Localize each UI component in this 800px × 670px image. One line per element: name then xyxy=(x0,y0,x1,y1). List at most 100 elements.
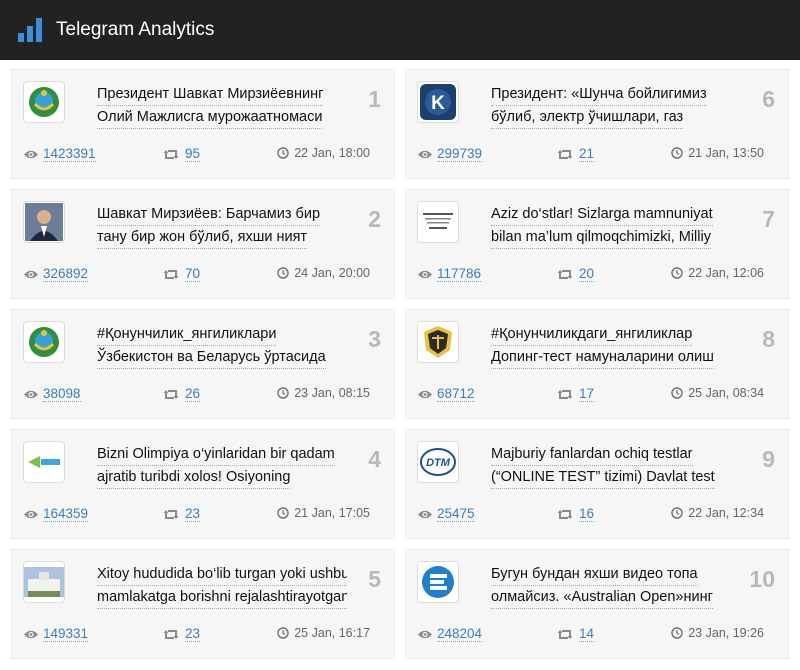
post-card[interactable]: Бугун бундан яхши видео топа олмайсиз. «A… xyxy=(405,549,789,659)
date-text: 23 Jan, 08:15 xyxy=(294,386,370,400)
views-stat: 299739 xyxy=(417,146,483,162)
post-text-line[interactable]: Шавкат Мирзиёев: Барчамиз бир xyxy=(97,203,321,226)
views-count[interactable]: 25475 xyxy=(437,506,475,522)
views-count[interactable]: 38098 xyxy=(43,386,81,402)
shares-stat: 95 xyxy=(163,146,201,162)
shares-count[interactable]: 14 xyxy=(579,626,595,642)
views-count[interactable]: 248204 xyxy=(437,626,483,642)
post-text[interactable]: Majburiy fanlardan ochiq testlar (“ONLINE… xyxy=(491,443,731,489)
post-card[interactable]: #Қонунчилик_янгиликлари Ўзбекистон ва Бел… xyxy=(11,309,395,419)
k-logo-icon[interactable]: K xyxy=(417,81,459,123)
post-text[interactable]: Бугун бундан яхши видео топа олмайсиз. «A… xyxy=(491,563,731,609)
post-text-line[interactable]: тану бир жон бўлиб, яхши ният xyxy=(97,226,308,249)
shares-count[interactable]: 17 xyxy=(579,386,595,402)
post-card[interactable]: Президент Шавкат Мирзиёевнинг Олий Мажлис… xyxy=(11,69,395,179)
post-text-line[interactable]: Aziz do‘stlar! Sizlarga mamnuniyat xyxy=(491,203,713,226)
rank-number: 1 xyxy=(368,86,381,112)
post-text-line[interactable]: ajratib turibdi xolos! Osiyoning xyxy=(97,466,291,489)
post-stats: 164359 23 21 Jan, 17:05 xyxy=(23,506,382,524)
rank-number: 8 xyxy=(762,326,775,352)
date-text: 25 Jan, 16:17 xyxy=(294,626,370,640)
post-stats: 117786 20 22 Jan, 12:06 xyxy=(417,266,776,284)
post-text-line[interactable]: #Қонунчиликдаги_янгиликлар xyxy=(491,323,693,346)
post-card[interactable]: Шавкат Мирзиёев: Барчамиз бир тану бир жо… xyxy=(11,189,395,299)
post-text[interactable]: #Қонунчилик_янгиликлари Ўзбекистон ва Бел… xyxy=(97,323,337,369)
post-text-line[interactable]: #Қонунчилик_янгиликлари xyxy=(97,323,277,346)
rank-number: 6 xyxy=(762,86,775,112)
rank-number: 10 xyxy=(749,566,775,592)
clock-icon xyxy=(277,507,289,519)
post-date: 22 Jan, 12:06 xyxy=(671,266,764,280)
post-card[interactable]: Xitoy hududida bo‘lib turgan yoki ushbu m… xyxy=(11,549,395,659)
post-text-line[interactable]: олмайсиз. «Australian Open»нинг xyxy=(491,586,713,609)
post-text-line[interactable]: Ўзбекистон ва Беларусь ўртасида xyxy=(97,346,326,369)
post-text[interactable]: #Қонунчиликдаги_янгиликлар Допинг-тест на… xyxy=(491,323,731,369)
post-text-line[interactable]: Бугун бундан яхши видео топа xyxy=(491,563,698,586)
post-text[interactable]: Президент Шавкат Мирзиёевнинг Олий Мажлис… xyxy=(97,83,337,129)
post-stats: 248204 14 23 Jan, 19:26 xyxy=(417,626,776,644)
shares-count[interactable]: 23 xyxy=(185,626,201,642)
rank-number: 4 xyxy=(368,446,381,472)
post-card[interactable]: Bizni Olimpiya o‘yinlaridan bir qadam ajr… xyxy=(11,429,395,539)
post-date: 25 Jan, 08:34 xyxy=(671,386,764,400)
shares-count[interactable]: 26 xyxy=(185,386,201,402)
analytics-logo-icon xyxy=(18,18,42,42)
views-count[interactable]: 149331 xyxy=(43,626,89,642)
views-count[interactable]: 326892 xyxy=(43,266,89,282)
post-card[interactable]: Aziz do‘stlar! Sizlarga mamnuniyat bilan … xyxy=(405,189,789,299)
post-card[interactable]: DTM Majburiy fanlardan ochiq testlar (“ONL… xyxy=(405,429,789,539)
post-text-line[interactable]: Президент: «Шунча бойлигимиз xyxy=(491,83,707,106)
views-count[interactable]: 299739 xyxy=(437,146,483,162)
post-text[interactable]: Xitoy hududida bo‘lib turgan yoki ushbu m… xyxy=(97,563,347,609)
post-date: 23 Jan, 19:26 xyxy=(671,626,764,640)
shares-stat: 21 xyxy=(557,146,595,162)
post-stats: 326892 70 24 Jan, 20:00 xyxy=(23,266,382,284)
post-text[interactable]: Шавкат Мирзиёев: Барчамиз бир тану бир жо… xyxy=(97,203,337,249)
views-count[interactable]: 68712 xyxy=(437,386,475,402)
post-text-line[interactable]: Bizni Olimpiya o‘yinlaridan bir qadam xyxy=(97,443,335,466)
post-card[interactable]: K Президент: «Шунча бойлигимиз бўлиб, элек… xyxy=(405,69,789,179)
green-logo-icon[interactable] xyxy=(23,441,65,483)
post-text-line[interactable]: (“ONLINE TEST” tizimi) Davlat test xyxy=(491,466,715,489)
shares-count[interactable]: 21 xyxy=(579,146,595,162)
post-text-line[interactable]: Олий Мажлисга мурожаатномаси xyxy=(97,106,323,129)
building-icon[interactable] xyxy=(23,561,65,603)
post-stats: 25475 16 22 Jan, 12:34 xyxy=(417,506,776,524)
views-count[interactable]: 164359 xyxy=(43,506,89,522)
shares-count[interactable]: 70 xyxy=(185,266,201,282)
post-text-line[interactable]: Допинг-тест намуналарини олиш xyxy=(491,346,714,369)
views-count[interactable]: 1423391 xyxy=(43,146,96,162)
state-emblem-icon[interactable] xyxy=(23,321,65,363)
post-text-line[interactable]: Президент Шавкат Мирзиёевнинг xyxy=(97,83,324,106)
post-text[interactable]: Президент: «Шунча бойлигимиз бўлиб, элект… xyxy=(491,83,731,129)
post-text[interactable]: Aziz do‘stlar! Sizlarga mamnuniyat bilan … xyxy=(491,203,731,249)
retweet-icon xyxy=(163,508,179,521)
shares-count[interactable]: 20 xyxy=(579,266,595,282)
post-text-line[interactable]: Majburiy fanlardan ochiq testlar xyxy=(491,443,693,466)
shares-count[interactable]: 16 xyxy=(579,506,595,522)
blue-e-logo-icon[interactable] xyxy=(417,561,459,603)
rank-number: 5 xyxy=(368,566,381,592)
state-emblem-icon[interactable] xyxy=(23,81,65,123)
date-text: 21 Jan, 13:50 xyxy=(688,146,764,160)
post-text-line[interactable]: mamlakatga borishni rejalashtirayotgan xyxy=(97,586,347,609)
post-card[interactable]: #Қонунчиликдаги_янгиликлар Допинг-тест на… xyxy=(405,309,789,419)
views-count[interactable]: 117786 xyxy=(437,266,482,282)
post-text-line[interactable]: бўлиб, электр ўчишлари, газ xyxy=(491,106,684,129)
doc-logo-icon[interactable] xyxy=(417,201,459,243)
post-text-line[interactable]: Xitoy hududida bo‘lib turgan yoki ushbu xyxy=(97,563,347,586)
post-stats: 1423391 95 22 Jan, 18:00 xyxy=(23,146,382,164)
shares-count[interactable]: 23 xyxy=(185,506,201,522)
date-text: 24 Jan, 20:00 xyxy=(294,266,370,280)
views-stat: 117786 xyxy=(417,266,482,282)
portrait-icon[interactable] xyxy=(23,201,65,243)
shares-count[interactable]: 95 xyxy=(185,146,201,162)
clock-icon xyxy=(671,147,683,159)
views-stat: 248204 xyxy=(417,626,483,642)
post-text-line[interactable]: bilan ma’lum qilmoqchimizki, Milliy xyxy=(491,226,711,249)
top-bar: Telegram Analytics xyxy=(0,0,800,60)
dtm-logo-icon[interactable]: DTM xyxy=(417,441,459,483)
post-stats: 38098 26 23 Jan, 08:15 xyxy=(23,386,382,404)
justice-emblem-icon[interactable] xyxy=(417,321,459,363)
post-text[interactable]: Bizni Olimpiya o‘yinlaridan bir qadam ajr… xyxy=(97,443,337,489)
